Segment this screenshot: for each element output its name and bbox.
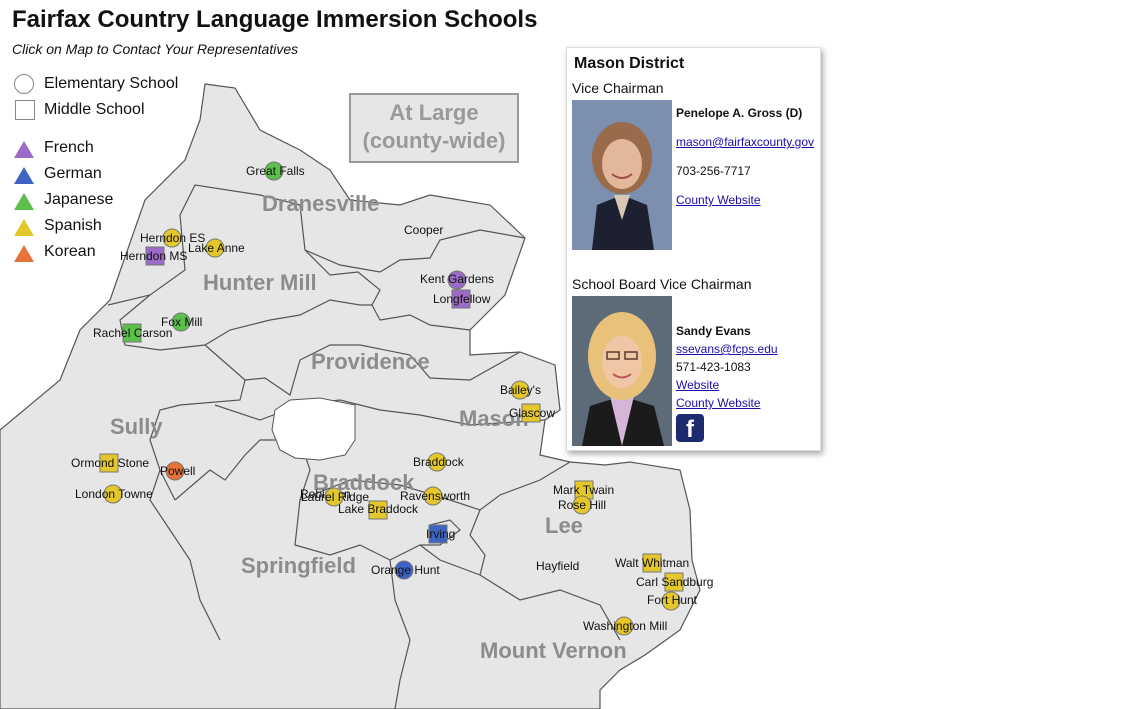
school-marker[interactable]: Rachel Carson [93,323,172,343]
legend-label: Elementary School [44,75,179,92]
school-marker[interactable]: Bailey's [500,380,541,400]
rep1-phone: 703-256-7717 [676,164,751,178]
rep1-photo [572,100,672,250]
school-marker[interactable]: Ormond Stone [71,453,149,473]
legend-middle: Middle School [12,99,232,123]
rep1-role: Vice Chairman [572,80,664,96]
school-marker[interactable]: Glascow [509,403,555,423]
legend-label: Japanese [44,191,114,208]
at-large-line1: At Large [389,100,478,125]
school-label: Kent Gardens [420,272,494,286]
district-mount-vernon[interactable]: Mount Vernon [480,638,627,663]
school-label: Rose Hill [558,498,606,512]
fairfax-city-hole [271,397,356,461]
district-springfield[interactable]: Springfield [241,553,356,578]
rep1-name: Penelope A. Gross (D) [676,106,803,120]
legend-spanish: Spanish [12,215,232,239]
school-marker[interactable]: Washington Mill [583,616,667,636]
district-sully[interactable]: Sully [110,414,163,439]
rep2-phone: 571-423-1083 [676,360,751,374]
popup-district-title: Mason District [574,55,685,72]
school-label: Mark Twain [553,483,614,497]
at-large-line2: (county-wide) [363,128,506,153]
rep2-photo [572,296,672,446]
school-label: Irving [426,527,455,541]
school-label: Longfellow [433,292,491,306]
school-label: Orange Hunt [371,563,440,577]
school-marker[interactable]: Irving [426,524,455,544]
school-marker[interactable]: Longfellow [433,289,491,309]
school-marker[interactable]: Hayfield [536,559,579,573]
legend-french: French [12,137,232,161]
district-dranesville[interactable]: Dranesville [262,191,379,216]
legend-japanese: Japanese [12,189,232,213]
rep1-info: Penelope A. Gross (D) mason@fairfaxcount… [676,100,816,250]
school-marker[interactable]: Great Falls [246,161,305,181]
school-label: Hayfield [536,559,579,573]
school-label: Lake Braddock [338,502,419,516]
school-label: Fort Hunt [647,593,698,607]
school-marker[interactable]: London Towne [75,484,153,504]
facebook-icon[interactable]: f [676,414,704,443]
district-hunter-mill[interactable]: Hunter Mill [203,270,317,295]
school-marker[interactable]: Cooper [404,223,443,237]
triangle-icon [14,141,34,158]
rep2-county-website-link[interactable]: County Website [676,396,761,410]
legend-label: Middle School [44,101,145,118]
district-lee[interactable]: Lee [545,513,583,538]
school-marker[interactable]: Powell [160,461,195,481]
school-label: Cooper [404,223,443,237]
square-icon [15,100,35,120]
rep2-website-link[interactable]: Website [676,378,719,392]
district-providence[interactable]: Providence [311,349,430,374]
school-label: Walt Whitman [615,556,689,570]
triangle-icon [14,219,34,236]
school-label: Braddock [413,455,465,469]
triangle-icon [14,245,34,262]
rep2-role: School Board Vice Chairman [572,276,752,292]
school-label: Bailey's [500,383,541,397]
school-label: Great Falls [246,164,305,178]
school-label: Washington Mill [583,619,667,633]
legend-elementary: Elementary School [12,73,232,97]
rep2-name: Sandy Evans [676,324,751,338]
rep1-email-link[interactable]: mason@fairfaxcounty.gov [676,135,814,149]
school-label: London Towne [75,487,153,501]
legend-label: Korean [44,243,96,260]
school-marker[interactable]: Orange Hunt [371,560,440,580]
legend-korean: Korean [12,241,232,265]
at-large-box[interactable]: At Large (county-wide) [349,93,519,163]
representative-popup: Mason District Vice Chairman Penelope A.… [566,47,821,451]
legend-label: German [44,165,102,182]
school-label: Carl Sandburg [636,575,713,589]
school-marker[interactable]: Braddock [413,452,465,472]
rep2-email-link[interactable]: ssevans@fcps.edu [676,342,778,356]
triangle-icon [14,167,34,184]
rep1-county-website-link[interactable]: County Website [676,193,761,207]
school-label: Powell [160,464,195,478]
legend-german: German [12,163,232,187]
school-marker[interactable]: Walt Whitman [615,553,689,573]
circle-icon [14,74,34,94]
school-marker[interactable]: Carl Sandburg [636,572,713,592]
school-label: Ravensworth [400,489,470,503]
triangle-icon [14,193,34,210]
school-label: Glascow [509,406,555,420]
school-label: Ormond Stone [71,456,149,470]
school-marker[interactable]: Rose Hill [558,495,606,515]
legend-label: French [44,139,94,156]
legend-label: Spanish [44,217,102,234]
school-label: Rachel Carson [93,326,172,340]
